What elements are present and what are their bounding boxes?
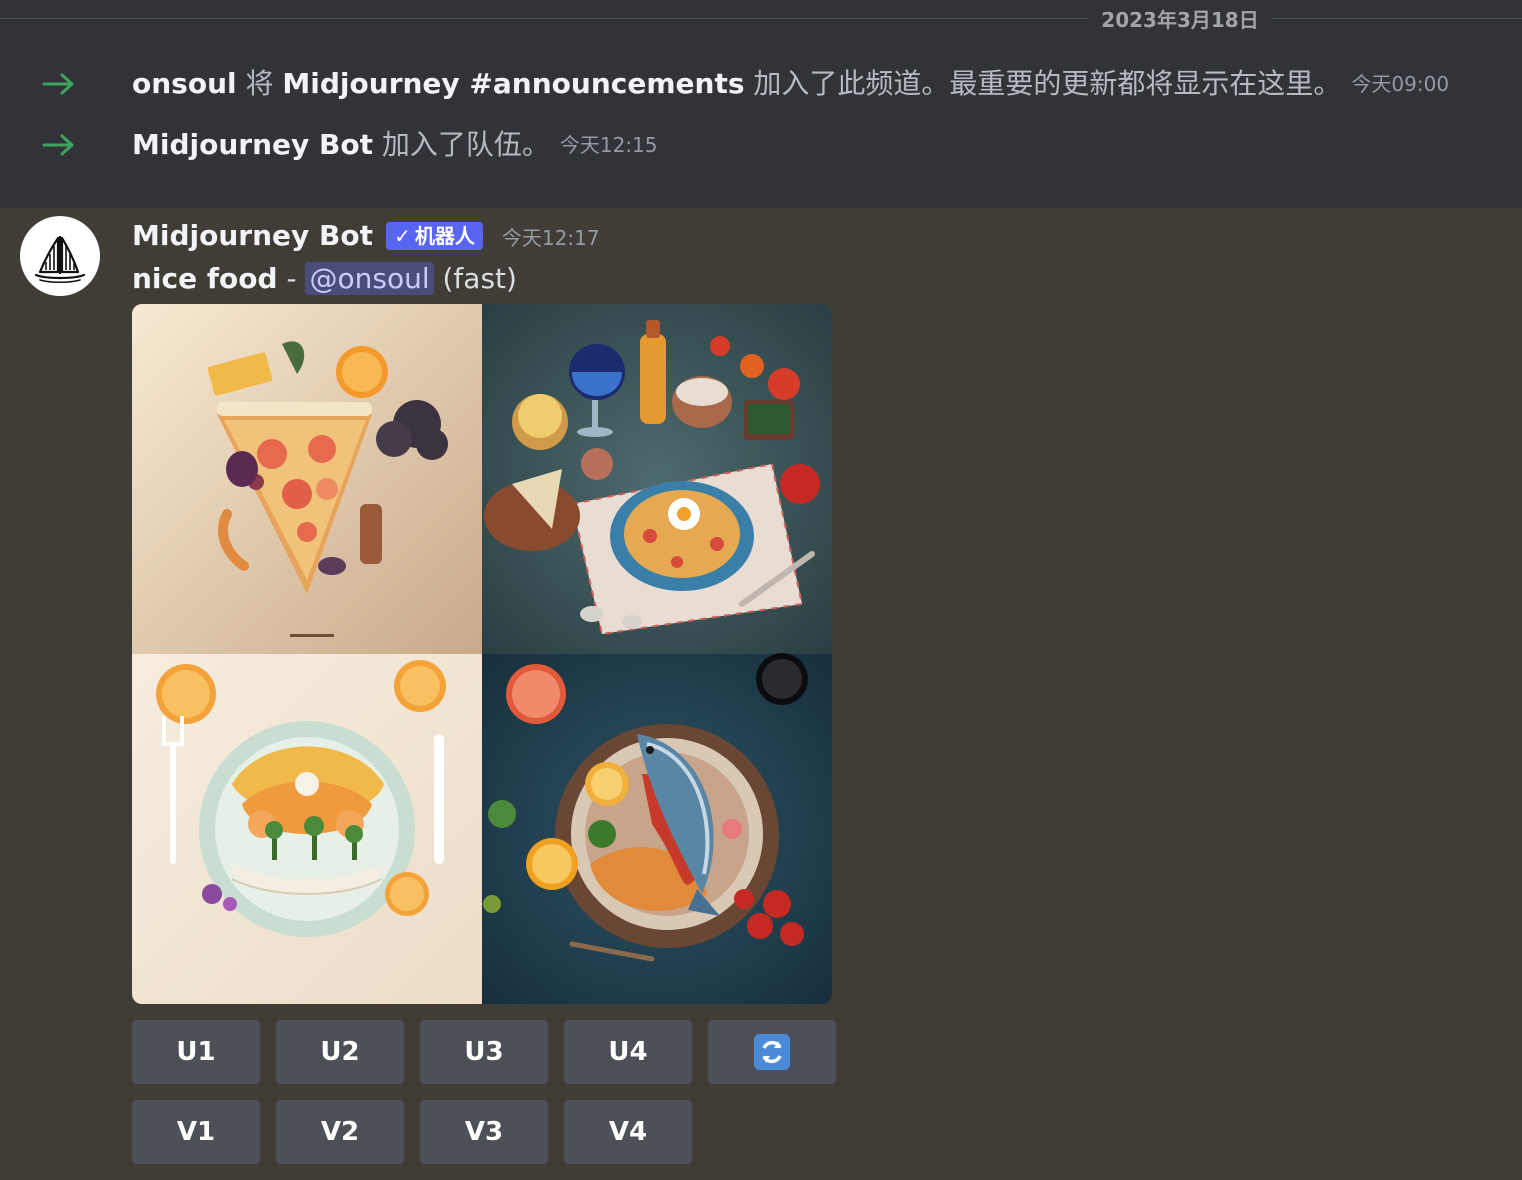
speed-label: (fast) (433, 262, 517, 295)
username-link[interactable]: onsoul (132, 67, 237, 100)
message-timestamp: 今天12:17 (501, 225, 600, 250)
divider-line-right (1272, 18, 1522, 19)
bot-tag: ✓ 机器人 (386, 222, 483, 250)
date-divider-label: 2023年3月18日 (1101, 8, 1259, 32)
username-link[interactable]: Midjourney Bot (132, 128, 373, 161)
date-divider: 2023年3月18日 (0, 0, 1522, 38)
user-mention[interactable]: @onsoul (305, 262, 434, 295)
join-arrow-icon (42, 134, 74, 156)
message-header: Midjourney Bot ✓ 机器人 今天12:17 (132, 216, 600, 256)
pizza-slice-image[interactable] (132, 304, 482, 654)
system-message-text: Midjourney Bot 加入了队伍。 今天12:15 (132, 127, 658, 163)
system-messages-area: 2023年3月18日 onsoul 将 Midjourney #announce… (0, 0, 1522, 208)
separator: - (277, 262, 306, 295)
bot-message: Midjourney Bot ✓ 机器人 今天12:17 nice food - … (0, 208, 1522, 1180)
variation-button-4[interactable]: V4 (564, 1100, 692, 1164)
system-message-text: onsoul 将 Midjourney #announcements 加入了此频… (132, 66, 1449, 102)
variation-button-3[interactable]: V3 (420, 1100, 548, 1164)
refresh-icon (754, 1034, 790, 1070)
variation-button-2[interactable]: V2 (276, 1100, 404, 1164)
upscale-button-2[interactable]: U2 (276, 1020, 404, 1084)
upscale-button-3[interactable]: U3 (420, 1020, 548, 1084)
author-name[interactable]: Midjourney Bot (132, 219, 373, 252)
bot-tag-label: 机器人 (414, 224, 475, 248)
reroll-button[interactable] (708, 1020, 836, 1084)
channel-link[interactable]: Midjourney #announcements (282, 67, 744, 100)
system-text: 加入了此频道。最重要的更新都将显示在这里。 (744, 67, 1342, 100)
system-message-join: Midjourney Bot 加入了队伍。 今天12:15 (0, 121, 1522, 169)
divider-line-left (0, 18, 1088, 19)
join-arrow-icon (42, 73, 74, 95)
sailboat-logo-icon (34, 236, 86, 284)
system-text: 加入了队伍。 (372, 128, 550, 161)
prompt-text: nice food (132, 262, 278, 295)
upscale-button-1[interactable]: U1 (132, 1020, 260, 1084)
upscale-button-4[interactable]: U4 (564, 1020, 692, 1084)
variation-button-1[interactable]: V1 (132, 1100, 260, 1164)
system-message-follow: onsoul 将 Midjourney #announcements 加入了此频… (0, 60, 1522, 108)
system-text: 将 (236, 67, 283, 100)
timestamp: 今天09:00 (1351, 72, 1450, 96)
image-grid[interactable] (132, 304, 832, 1004)
avatar[interactable] (20, 216, 100, 296)
timestamp: 今天12:15 (559, 133, 658, 157)
table-spread-image[interactable] (482, 304, 832, 654)
fish-dish-image[interactable] (482, 653, 832, 1004)
citrus-plate-image[interactable] (132, 654, 482, 1004)
message-content: nice food - @onsoul (fast) (132, 260, 517, 298)
verified-check-icon: ✓ (394, 224, 411, 248)
